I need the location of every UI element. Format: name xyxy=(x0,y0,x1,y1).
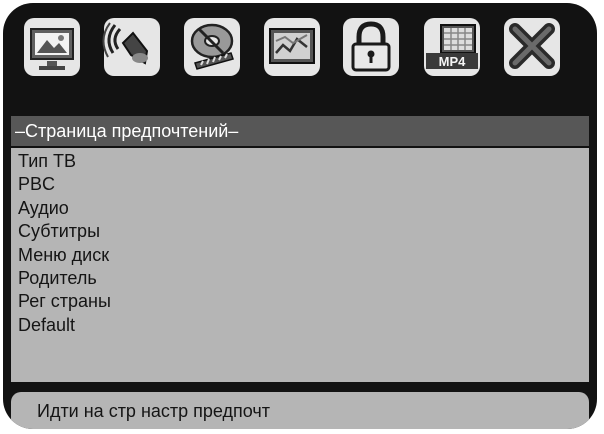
mp4-setup-icon: MP4 xyxy=(424,18,480,76)
speaker-setup-icon xyxy=(264,18,320,76)
exit-icon xyxy=(504,18,560,76)
status-bar: Идти на стр настр предпочт xyxy=(11,392,589,429)
general-setup-icon xyxy=(24,18,80,76)
audio-setup-icon xyxy=(102,18,160,76)
preferences-menu: Тип ТВ PBC Аудио Субтитры Меню диск Роди… xyxy=(11,148,589,382)
page-title: –Страница предпочтений– xyxy=(11,116,589,146)
menu-item-tv-type[interactable]: Тип ТВ xyxy=(18,150,589,173)
tab-audio-setup[interactable] xyxy=(101,15,163,81)
menu-item-disc-menu[interactable]: Меню диск xyxy=(18,244,589,267)
menu-item-region[interactable]: Рег страны xyxy=(18,290,589,313)
tab-general-setup[interactable] xyxy=(21,15,83,81)
menu-item-audio[interactable]: Аудио xyxy=(18,197,589,220)
mp4-icon-label: MP4 xyxy=(439,54,467,69)
menu-item-default[interactable]: Default xyxy=(18,314,589,337)
setup-page-toolbar: MP4 xyxy=(3,3,597,95)
tab-password-setup[interactable] xyxy=(340,15,402,81)
password-lock-icon xyxy=(343,18,399,76)
tab-mp4-setup[interactable]: MP4 xyxy=(421,15,483,81)
dvd-setup-window: MP4 –Страница предпочтений– Тип ТВ PBC А… xyxy=(3,3,597,429)
tab-speaker-setup[interactable] xyxy=(261,15,323,81)
menu-item-subtitles[interactable]: Субтитры xyxy=(18,220,589,243)
video-setup-icon xyxy=(184,18,240,76)
tab-video-setup[interactable] xyxy=(181,15,243,81)
menu-item-pbc[interactable]: PBC xyxy=(18,173,589,196)
exit-button[interactable] xyxy=(501,15,563,81)
menu-item-parental[interactable]: Родитель xyxy=(18,267,589,290)
